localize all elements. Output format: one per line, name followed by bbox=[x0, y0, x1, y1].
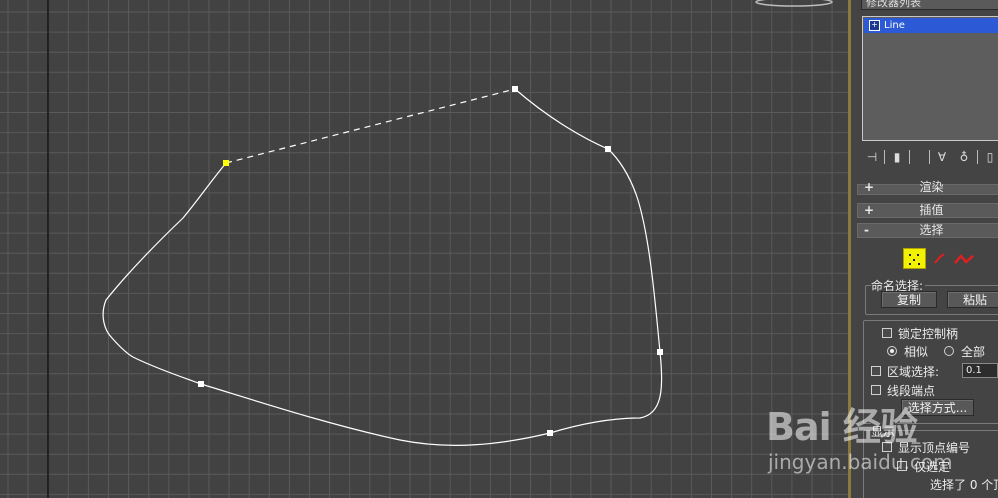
construction-grid bbox=[0, 0, 848, 498]
lock-handles-label: 锁定控制柄 bbox=[898, 327, 959, 341]
paste-button[interactable]: 粘贴 bbox=[947, 291, 998, 308]
show-vertex-numbers-checkbox[interactable] bbox=[882, 442, 892, 452]
rollout-selection[interactable]: - 选择 bbox=[857, 223, 998, 238]
area-selection-checkbox[interactable] bbox=[871, 366, 881, 376]
vertex-selected[interactable] bbox=[223, 160, 229, 166]
modifier-stack-item-line[interactable]: + Line bbox=[864, 18, 998, 33]
make-unique-icon[interactable]: ∀ bbox=[933, 148, 951, 166]
area-selection-spinner[interactable]: 0.1 bbox=[962, 363, 998, 378]
vertex-dot bbox=[918, 263, 920, 265]
perspective-viewport[interactable] bbox=[0, 0, 848, 498]
toolbar-separator bbox=[884, 150, 885, 164]
selected-only-checkbox[interactable] bbox=[897, 461, 907, 471]
stack-item-label: Line bbox=[884, 20, 905, 31]
vertex[interactable] bbox=[512, 86, 518, 92]
selected-only-label: 仅选定 bbox=[914, 460, 951, 474]
select-by-button[interactable]: 选择方式... bbox=[901, 399, 974, 416]
vertex[interactable] bbox=[657, 349, 663, 355]
show-end-result-icon[interactable]: ▮ bbox=[888, 148, 906, 166]
spline-line-shape[interactable] bbox=[102, 88, 663, 446]
toolbar-separator bbox=[977, 150, 978, 164]
all-radio[interactable] bbox=[944, 346, 954, 356]
alike-label: 相似 bbox=[904, 345, 929, 359]
segment-end-label: 线段端点 bbox=[887, 384, 936, 398]
view-cube-ring[interactable] bbox=[755, 0, 833, 7]
segment-level-icon[interactable] bbox=[933, 252, 947, 266]
rollout-title: 选择 bbox=[919, 223, 944, 237]
segment-end-checkbox[interactable] bbox=[871, 385, 881, 395]
selection-status-text: 选择了 0 个顶点 bbox=[930, 478, 998, 492]
alike-radio[interactable] bbox=[887, 346, 897, 356]
vertex-level-button[interactable] bbox=[903, 248, 926, 269]
stack-toolbar: ⊣ ▮ ∀ ♁ ▯ bbox=[861, 148, 998, 166]
rollout-render[interactable]: + 渲染 bbox=[857, 180, 998, 195]
pin-stack-icon[interactable]: ⊣ bbox=[863, 148, 881, 166]
toolbar-separator bbox=[929, 150, 930, 164]
toolbar-separator bbox=[909, 150, 910, 164]
spline-level-icon[interactable] bbox=[953, 252, 975, 266]
modifier-list-dropdown[interactable]: 修改器列表 bbox=[861, 0, 998, 10]
show-vertex-numbers-label: 显示顶点编号 bbox=[898, 441, 971, 455]
all-label: 全部 bbox=[961, 345, 986, 359]
vertex-dot bbox=[909, 263, 911, 265]
vertex[interactable] bbox=[198, 381, 204, 387]
lock-handles-checkbox[interactable] bbox=[882, 328, 892, 338]
modifier-stack-list[interactable]: + Line bbox=[862, 16, 998, 141]
vertex[interactable] bbox=[605, 146, 611, 152]
copy-button[interactable]: 复制 bbox=[881, 291, 937, 308]
area-selection-label: 区域选择: bbox=[887, 365, 940, 379]
rollout-title: 渲染 bbox=[919, 180, 944, 194]
viewport-canvas[interactable] bbox=[0, 0, 848, 498]
expand-icon[interactable]: + bbox=[869, 19, 880, 31]
configure-modifier-sets-icon[interactable]: ▯ bbox=[981, 148, 998, 166]
remove-modifier-icon[interactable]: ♁ bbox=[955, 148, 973, 166]
vertex[interactable] bbox=[547, 430, 553, 436]
rollout-title: 插值 bbox=[919, 203, 944, 217]
vertex-dot bbox=[917, 254, 919, 256]
vertex-dot bbox=[909, 254, 911, 256]
rollout-interpolation[interactable]: + 插值 bbox=[857, 203, 998, 218]
display-label: 显示 bbox=[871, 423, 898, 440]
vertex-dot bbox=[913, 259, 915, 261]
modify-command-panel: 修改器列表 + Line ⊣ ▮ ∀ ♁ ▯ + 渲染 + 插值 - 选择 命名… bbox=[851, 0, 998, 498]
